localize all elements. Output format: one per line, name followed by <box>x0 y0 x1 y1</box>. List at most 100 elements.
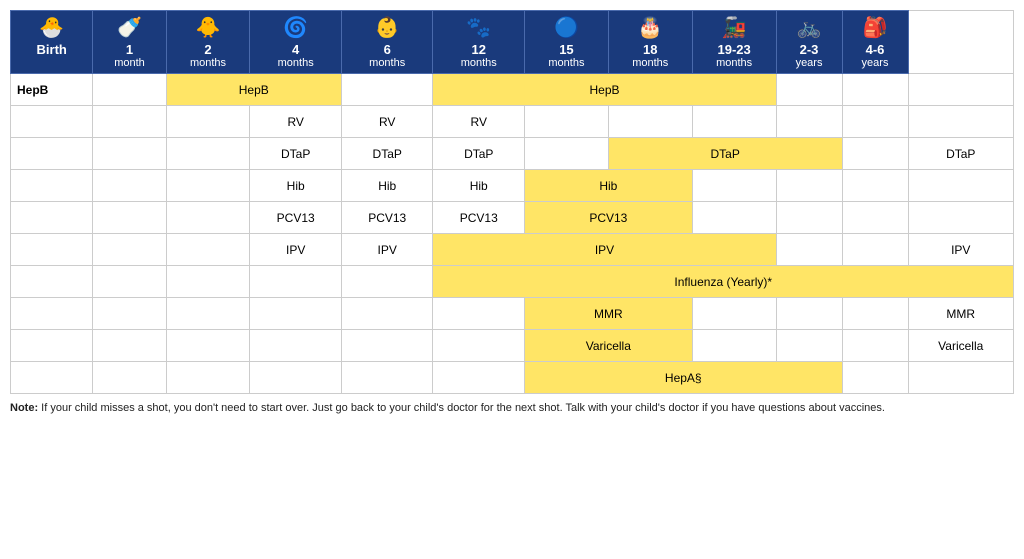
header-age-0: Birth <box>14 42 89 57</box>
cell-r4-c7 <box>692 202 776 234</box>
vaccine-name-8 <box>11 330 93 362</box>
cell-r2-c0 <box>93 138 166 170</box>
cell-r9-c2 <box>250 362 342 394</box>
cell-r9-c3 <box>341 362 433 394</box>
table-row-7: MMRMMR <box>11 298 1014 330</box>
vaccine-name-5 <box>11 234 93 266</box>
header-age-6: 15 <box>528 42 605 57</box>
header-cell-9: 🚲2-3years <box>776 11 842 74</box>
cell-r8-c8 <box>776 330 842 362</box>
cell-r1-c6 <box>608 106 692 138</box>
header-sub-7: months <box>612 57 689 69</box>
cell-r0-c10 <box>908 74 1014 106</box>
cell-r8-c9 <box>842 330 908 362</box>
cell-r3-c5: Hib <box>525 170 693 202</box>
cell-r3-c10 <box>908 170 1014 202</box>
table-row-3: HibHibHibHib <box>11 170 1014 202</box>
header-age-10: 4-6 <box>846 42 905 57</box>
header-age-3: 4 <box>253 42 338 57</box>
cell-r0-c3 <box>341 74 433 106</box>
header-icon-9: 🚲 <box>780 15 839 40</box>
cell-r8-c1 <box>166 330 250 362</box>
table-header: 🐣Birth🍼1month🐥2months🌀4months👶6months🐾12… <box>11 11 1014 74</box>
cell-r2-c1 <box>166 138 250 170</box>
cell-r1-c1 <box>166 106 250 138</box>
header-cell-6: 🔵15months <box>525 11 609 74</box>
cell-r1-c7 <box>692 106 776 138</box>
table-row-5: IPVIPVIPVIPV <box>11 234 1014 266</box>
cell-r4-c0 <box>93 202 166 234</box>
header-sub-5: months <box>436 57 521 69</box>
cell-r4-c9 <box>842 202 908 234</box>
cell-r7-c3 <box>341 298 433 330</box>
header-icon-5: 🐾 <box>436 15 521 40</box>
vaccine-name-7 <box>11 298 93 330</box>
table-row-9: HepA§ <box>11 362 1014 394</box>
vaccine-name-9 <box>11 362 93 394</box>
cell-r2-c6: DTaP <box>608 138 842 170</box>
header-icon-6: 🔵 <box>528 15 605 40</box>
cell-r8-c10: Varicella <box>908 330 1014 362</box>
cell-r2-c4: DTaP <box>433 138 525 170</box>
cell-r5-c1 <box>166 234 250 266</box>
header-cell-2: 🐥2months <box>166 11 250 74</box>
cell-r5-c8 <box>776 234 842 266</box>
header-age-2: 2 <box>170 42 247 57</box>
header-age-5: 12 <box>436 42 521 57</box>
header-icon-10: 🎒 <box>846 15 905 40</box>
cell-r5-c0 <box>93 234 166 266</box>
header-sub-2: months <box>170 57 247 69</box>
cell-r5-c3: IPV <box>341 234 433 266</box>
header-icon-8: 🚂 <box>696 15 773 40</box>
header-age-1: 1 <box>96 42 162 57</box>
cell-r7-c4 <box>433 298 525 330</box>
cell-r3-c8 <box>776 170 842 202</box>
vaccine-name-6 <box>11 266 93 298</box>
header-icon-4: 👶 <box>345 15 430 40</box>
cell-r9-c4 <box>433 362 525 394</box>
cell-r4-c10 <box>908 202 1014 234</box>
cell-r4-c4: PCV13 <box>433 202 525 234</box>
vaccine-name-2 <box>11 138 93 170</box>
header-cell-8: 🚂19-23months <box>692 11 776 74</box>
header-cell-3: 🌀 4months <box>250 11 342 74</box>
header-sub-3: months <box>253 57 338 69</box>
cell-r2-c10: DTaP <box>908 138 1014 170</box>
cell-r3-c1 <box>166 170 250 202</box>
cell-r6-c2 <box>250 266 342 298</box>
cell-r8-c2 <box>250 330 342 362</box>
cell-r3-c2: Hib <box>250 170 342 202</box>
cell-r0-c9 <box>842 74 908 106</box>
header-icon-3: 🌀 <box>253 15 338 40</box>
cell-r7-c7 <box>692 298 776 330</box>
cell-r9-c5: HepA§ <box>525 362 843 394</box>
header-sub-9: years <box>780 57 839 69</box>
cell-r4-c3: PCV13 <box>341 202 433 234</box>
cell-r0-c0 <box>93 74 166 106</box>
vaccine-name-3 <box>11 170 93 202</box>
cell-r3-c4: Hib <box>433 170 525 202</box>
header-cell-1: 🍼1month <box>93 11 166 74</box>
header-cell-4: 👶6months <box>341 11 433 74</box>
cell-r7-c0 <box>93 298 166 330</box>
cell-r1-c8 <box>776 106 842 138</box>
cell-r4-c1 <box>166 202 250 234</box>
header-sub-10: years <box>846 57 905 69</box>
table-row-0: HepBHepBHepB <box>11 74 1014 106</box>
cell-r4-c8 <box>776 202 842 234</box>
cell-r2-c3: DTaP <box>341 138 433 170</box>
header-sub-8: months <box>696 57 773 69</box>
cell-r7-c2 <box>250 298 342 330</box>
header-sub-1: month <box>96 57 162 69</box>
table-row-2: DTaPDTaPDTaPDTaPDTaP <box>11 138 1014 170</box>
cell-r7-c10: MMR <box>908 298 1014 330</box>
header-icon-7: 🎂 <box>612 15 689 40</box>
table-body: HepBHepBHepBRVRVRVDTaPDTaPDTaPDTaPDTaPHi… <box>11 74 1014 394</box>
cell-r0-c8 <box>776 74 842 106</box>
cell-r3-c7 <box>692 170 776 202</box>
header-icon-0: 🐣 <box>14 15 89 40</box>
cell-r7-c8 <box>776 298 842 330</box>
cell-r5-c9 <box>842 234 908 266</box>
cell-r1-c0 <box>93 106 166 138</box>
cell-r4-c2: PCV13 <box>250 202 342 234</box>
